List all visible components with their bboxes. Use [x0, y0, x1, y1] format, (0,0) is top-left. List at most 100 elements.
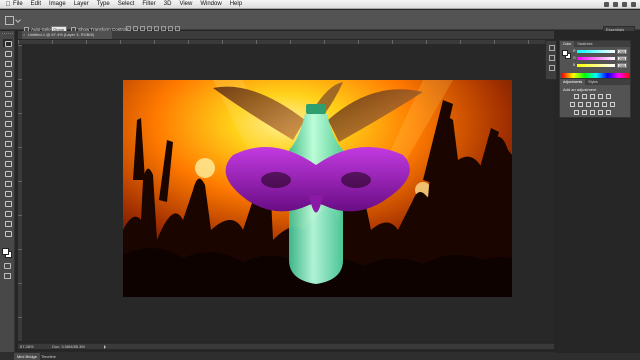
tab-swatches[interactable]: Swatches — [574, 41, 595, 47]
zoom-tool-icon[interactable] — [3, 229, 12, 237]
tab-adjustments[interactable]: Adjustments — [560, 79, 586, 85]
threshold-icon[interactable] — [590, 110, 595, 115]
tab-timeline[interactable]: Timeline — [38, 353, 59, 360]
brightness-contrast-icon[interactable] — [574, 94, 579, 99]
photo-filter-icon[interactable] — [594, 102, 599, 107]
menu-bar:  File Edit Image Layer Type Select Filt… — [0, 0, 640, 9]
menu-image[interactable]: Image — [49, 0, 66, 9]
hue-saturation-icon[interactable] — [570, 102, 575, 107]
history-panel-icon[interactable] — [549, 45, 555, 51]
channel-mixer-icon[interactable] — [602, 102, 607, 107]
menu-layer[interactable]: Layer — [74, 0, 89, 9]
adjustments-panel-tabs: Adjustments Styles — [560, 79, 630, 85]
color-lookup-icon[interactable] — [610, 102, 615, 107]
menu-edit[interactable]: Edit — [31, 0, 41, 9]
black-white-icon[interactable] — [586, 102, 591, 107]
menu-window[interactable]: Window — [200, 0, 221, 9]
bottle-cap — [306, 104, 326, 114]
zoom-level[interactable]: 67.38% — [20, 344, 34, 350]
blue-slider[interactable] — [577, 64, 615, 67]
toolbox-grip[interactable] — [2, 33, 13, 35]
bottom-panel-tabs: Mini Bridge Timeline — [0, 352, 640, 360]
selective-color-icon[interactable] — [606, 110, 611, 115]
move-tool-preset-icon[interactable] — [5, 16, 14, 25]
clone-stamp-tool-icon[interactable] — [3, 119, 12, 127]
levels-icon[interactable] — [582, 94, 587, 99]
invert-icon[interactable] — [574, 110, 579, 115]
menu-view[interactable]: View — [179, 0, 192, 9]
color-panel-tabs: Color Swatches — [560, 41, 630, 47]
vibrance-icon[interactable] — [606, 94, 611, 99]
red-channel-label: R — [573, 49, 576, 53]
document-tab[interactable]: × Untitled-1 @ 67.4% (Layer 3, RGB/8) — [22, 31, 112, 39]
wifi-icon[interactable] — [604, 2, 609, 7]
adjustments-panel: Adjustments Styles Add an adjustment — [559, 78, 631, 118]
tab-styles[interactable]: Styles — [585, 79, 601, 85]
green-value-field[interactable]: 255 — [617, 56, 627, 61]
menu-extras — [604, 0, 636, 9]
status-menu-arrow-icon[interactable] — [104, 345, 106, 349]
marquee-tool-icon[interactable] — [3, 49, 12, 57]
document-tab-bar: × Untitled-1 @ 67.4% (Layer 3, RGB/8) — [18, 31, 554, 39]
type-tool-icon[interactable] — [3, 189, 12, 197]
panel-foreground-swatch[interactable] — [562, 50, 568, 56]
gradient-tool-icon[interactable] — [3, 149, 12, 157]
gradient-map-icon[interactable] — [598, 110, 603, 115]
pen-tool-icon[interactable] — [3, 179, 12, 187]
curves-icon[interactable] — [590, 94, 595, 99]
apple-icon[interactable]:  — [3, 0, 13, 9]
menu-help[interactable]: Help — [230, 0, 242, 9]
healing-brush-tool-icon[interactable] — [3, 99, 12, 107]
dodge-tool-icon[interactable] — [3, 169, 12, 177]
collapsed-panel-icons — [545, 40, 557, 80]
posterize-icon[interactable] — [582, 110, 587, 115]
volume-icon[interactable] — [613, 2, 618, 7]
red-value-field[interactable]: 255 — [617, 49, 627, 54]
move-tool-icon[interactable] — [3, 39, 12, 47]
eraser-tool-icon[interactable] — [3, 139, 12, 147]
battery-icon[interactable] — [622, 2, 627, 7]
red-slider[interactable] — [577, 50, 615, 53]
toolbox — [0, 31, 15, 353]
history-brush-tool-icon[interactable] — [3, 129, 12, 137]
horizontal-ruler[interactable] — [18, 40, 554, 45]
menu-3d[interactable]: 3D — [164, 0, 172, 9]
crop-tool-icon[interactable] — [3, 79, 12, 87]
color-balance-icon[interactable] — [578, 102, 583, 107]
color-panel: Color Swatches R 255 G 255 B 255 — [559, 40, 631, 80]
menu-select[interactable]: Select — [118, 0, 135, 9]
options-bar: Auto-Select: Group Show Transform Contro… — [0, 10, 640, 33]
canvas-artwork — [123, 80, 512, 297]
eyedropper-tool-icon[interactable] — [3, 89, 12, 97]
exposure-icon[interactable] — [598, 94, 603, 99]
close-icon[interactable]: × — [23, 33, 27, 37]
canvas-area[interactable] — [24, 46, 554, 341]
tab-color[interactable]: Color — [560, 41, 575, 47]
green-slider[interactable] — [577, 57, 615, 60]
menu-file[interactable]: File — [13, 0, 23, 9]
quick-mask-icon[interactable] — [4, 263, 11, 269]
properties-panel-icon[interactable] — [549, 55, 555, 61]
document-size: Doc: 3.56M/85.3M — [52, 344, 85, 349]
hand-tool-icon[interactable] — [3, 219, 12, 227]
chevron-down-icon[interactable] — [15, 17, 21, 23]
blue-value-field[interactable]: 255 — [617, 63, 627, 68]
foreground-color-swatch[interactable] — [2, 248, 9, 255]
tab-mini-bridge[interactable]: Mini Bridge — [14, 353, 41, 360]
lasso-tool-icon[interactable] — [3, 59, 12, 67]
document-canvas[interactable] — [123, 80, 512, 297]
spotlight-icon[interactable] — [631, 2, 636, 7]
green-channel-label: G — [573, 56, 576, 60]
shape-tool-icon[interactable] — [3, 209, 12, 217]
menu-type[interactable]: Type — [97, 0, 110, 9]
vertical-ruler[interactable] — [18, 45, 23, 341]
photoshop-window:  File Edit Image Layer Type Select Filt… — [0, 0, 640, 360]
screen-mode-icon[interactable] — [4, 273, 11, 279]
blue-channel-row: B 255 — [573, 63, 629, 68]
path-selection-tool-icon[interactable] — [3, 199, 12, 207]
menu-filter[interactable]: Filter — [142, 0, 155, 9]
blur-tool-icon[interactable] — [3, 159, 12, 167]
layers-panel-icon[interactable] — [549, 65, 555, 71]
quick-select-tool-icon[interactable] — [3, 69, 12, 77]
brush-tool-icon[interactable] — [3, 109, 12, 117]
